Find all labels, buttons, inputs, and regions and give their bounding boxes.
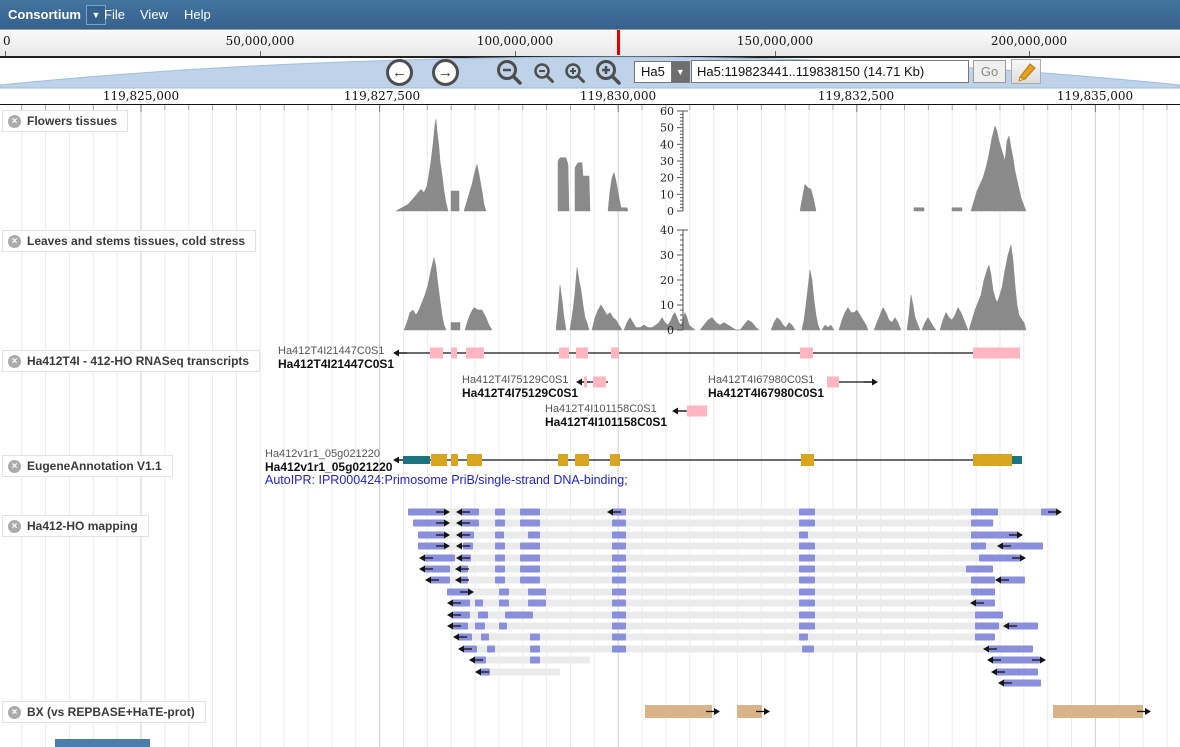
- labels-layer: × Flowers tissues × Leaves and stems tissue…: [0, 0, 1180, 747]
- feature-name-small: Ha412v1r1_05g021220: [265, 448, 380, 460]
- feature-name-small: Ha412T4I75129C0S1: [462, 374, 568, 386]
- track-label-text: Ha412T4I - 412-HO RNASeq transcripts: [27, 354, 249, 368]
- feature-name-bold: Ha412T4I67980C0S1: [708, 386, 824, 400]
- feature-name-bold: Ha412v1r1_05g021220: [265, 460, 392, 474]
- close-track-icon[interactable]: ×: [8, 520, 21, 533]
- track-label-reads: × Ha412-HO mapping: [2, 515, 149, 537]
- feature-name-small: Ha412T4I67980C0S1: [708, 374, 814, 386]
- track-label-text: Leaves and stems tissues, cold stress: [27, 234, 245, 248]
- feature-annotation-note: AutoIPR: IPR000424:Primosome PriB/single…: [265, 473, 628, 487]
- genome-browser-window: Consortium ▼ FileViewHelp 050,000,000100…: [0, 0, 1180, 747]
- close-track-icon[interactable]: ×: [8, 460, 21, 473]
- close-track-icon[interactable]: ×: [8, 115, 21, 128]
- feature-name-bold: Ha412T4I101158C0S1: [545, 415, 667, 429]
- track-label-text: Ha412-HO mapping: [27, 519, 138, 533]
- feature-name-bold: Ha412T4I21447C0S1: [278, 357, 394, 371]
- overview-position-marker: [617, 30, 620, 55]
- track-label-text: BX (vs REPBASE+HaTE-prot): [27, 705, 195, 719]
- track-label-wiggle: × Leaves and stems tissues, cold stress: [2, 230, 256, 252]
- track-label-text: EugeneAnnotation V1.1: [27, 459, 162, 473]
- close-track-icon[interactable]: ×: [8, 706, 21, 719]
- feature-name-bold: Ha412T4I75129C0S1: [462, 386, 578, 400]
- feature-name-small: Ha412T4I21447C0S1: [278, 345, 384, 357]
- track-label-wiggle: × Flowers tissues: [2, 110, 128, 132]
- close-track-icon[interactable]: ×: [8, 355, 21, 368]
- feature-name-small: Ha412T4I101158C0S1: [545, 403, 657, 415]
- partial-bottom-bar: [55, 739, 150, 747]
- track-label-genes: × EugeneAnnotation V1.1: [2, 455, 173, 477]
- close-track-icon[interactable]: ×: [8, 235, 21, 248]
- track-label-text: Flowers tissues: [27, 114, 117, 128]
- track-label-genes: × Ha412T4I - 412-HO RNASeq transcripts: [2, 350, 260, 372]
- track-label-blocks: × BX (vs REPBASE+HaTE-prot): [2, 701, 206, 723]
